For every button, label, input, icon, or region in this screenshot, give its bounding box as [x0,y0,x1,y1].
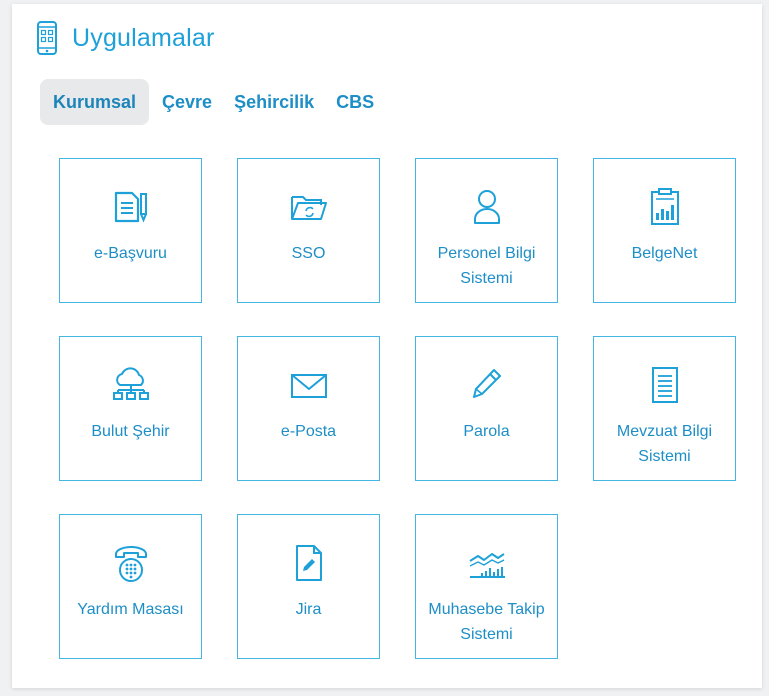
app-label: Jira [295,601,322,618]
app-tile-e-posta[interactable]: e-Posta [237,336,380,481]
document-lines-icon [645,365,685,405]
app-label: e-Posta [280,423,337,440]
folder-sync-icon [289,187,329,227]
person-icon [467,187,507,227]
app-tile-parola[interactable]: Parola [415,336,558,481]
app-tile-personel-bilgi-sistemi[interactable]: Personel Bilgi Sistemi [415,158,558,303]
line-chart-icon [467,543,507,583]
envelope-icon [289,365,329,405]
app-label: BelgeNet [631,245,698,262]
tab-cevre[interactable]: Çevre [153,79,221,125]
cloud-network-icon [111,365,151,405]
panel-header: Uygulamalar [36,18,215,58]
app-label: Personel Bilgi Sistemi [437,245,536,287]
tab-kurumsal[interactable]: Kurumsal [40,79,150,125]
tab-cbs[interactable]: CBS [327,79,383,125]
apps-panel: Uygulamalar Kurumsal Çevre Şehircilik CB… [12,4,762,688]
app-label: e-Başvuru [94,245,167,262]
tab-sehircilik[interactable]: Şehircilik [225,79,323,125]
page-title: Uygulamalar [72,23,215,52]
app-tile-sso[interactable]: SSO [237,158,380,303]
app-label: Bulut Şehir [91,423,170,440]
app-label: Parola [463,423,510,440]
document-pen-icon [111,187,151,227]
mobile-apps-icon [36,21,58,55]
clipboard-chart-icon [645,187,685,227]
document-edit-icon [289,543,329,583]
pencil-icon [467,365,507,405]
app-tile-yardim-masasi[interactable]: Yardım Masası [59,514,202,659]
app-tile-mevzuat-bilgi-sistemi[interactable]: Mevzuat Bilgi Sistemi [593,336,736,481]
app-label: Muhasebe Takip Sistemi [428,601,545,643]
app-tile-muhasebe-takip-sistemi[interactable]: Muhasebe Takip Sistemi [415,514,558,659]
app-tile-jira[interactable]: Jira [237,514,380,659]
app-label: Yardım Masası [77,601,184,618]
app-label: Mevzuat Bilgi Sistemi [616,423,713,465]
telephone-icon [111,543,151,583]
app-label: SSO [291,245,326,262]
category-tabs: Kurumsal Çevre Şehircilik CBS [40,79,387,125]
app-tile-e-basvuru[interactable]: e-Başvuru [59,158,202,303]
app-tile-bulut-sehir[interactable]: Bulut Şehir [59,336,202,481]
app-tile-belgenet[interactable]: BelgeNet [593,158,736,303]
